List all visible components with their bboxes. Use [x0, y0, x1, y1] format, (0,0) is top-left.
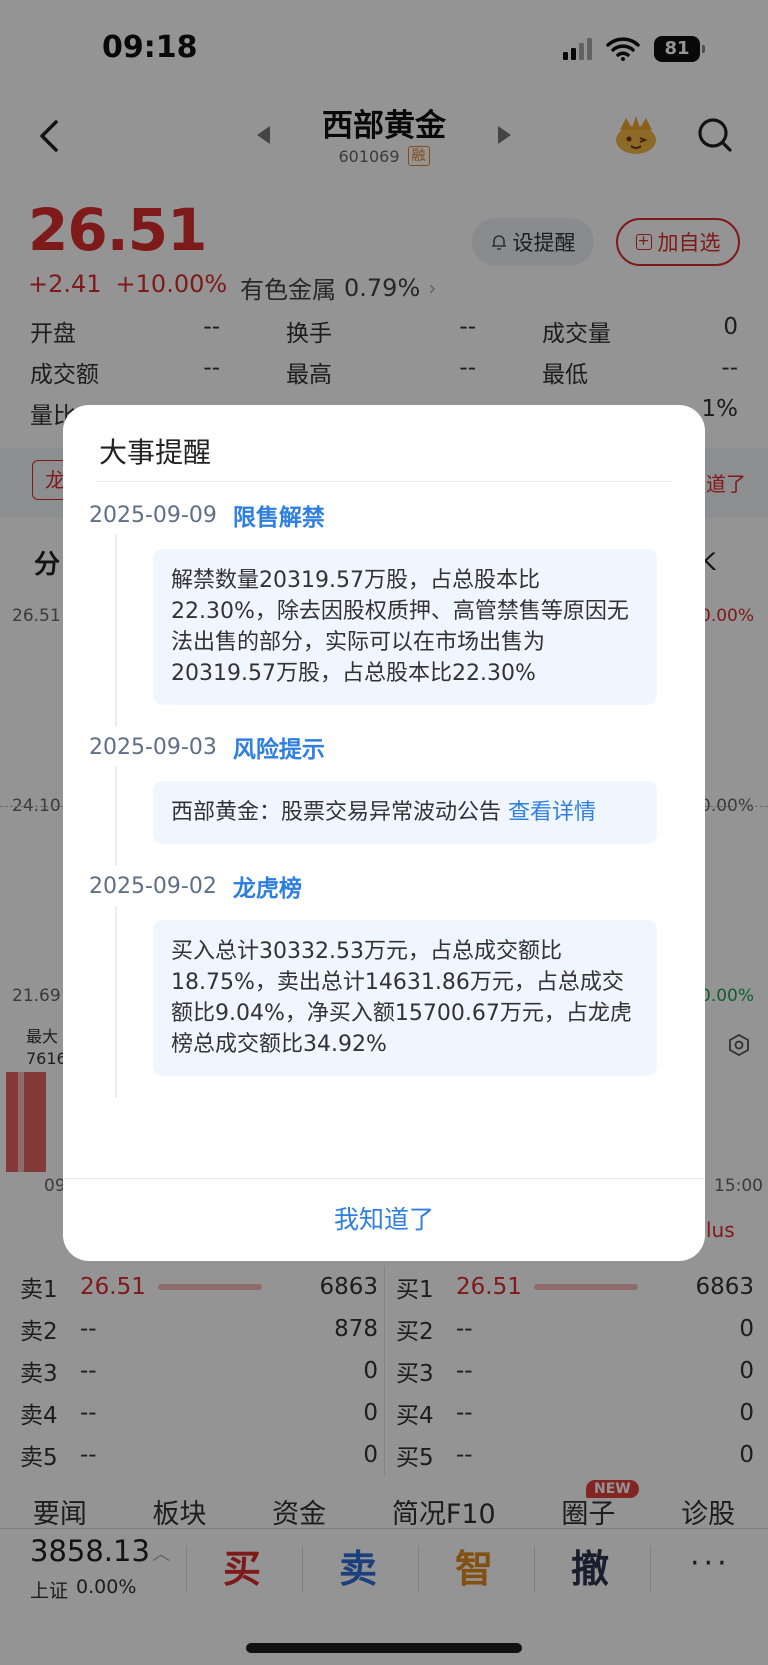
event-item: 2025-09-02 龙虎榜 买入总计30332.53万元，占总成交额比18.7… — [63, 866, 705, 1098]
event-type: 龙虎榜 — [232, 876, 302, 902]
event-type: 风险提示 — [232, 737, 325, 763]
event-card: 买入总计30332.53万元，占总成交额比18.75%，卖出总计14631.86… — [153, 920, 657, 1076]
events-list[interactable]: 2025-09-09 限售解禁 解禁数量20319.57万股，占总股本比22.3… — [63, 495, 705, 1211]
event-body: 西部黄金：股票交易异常波动公告 查看详情 — [115, 767, 705, 866]
modal-title: 大事提醒 — [99, 436, 212, 469]
confirm-button[interactable]: 我知道了 — [63, 1179, 705, 1261]
event-card: 解禁数量20319.57万股，占总股本比22.30%，除去因股权质押、高管禁售等… — [153, 549, 657, 705]
events-modal: 大事提醒 2025-09-09 限售解禁 解禁数量20319.57万股，占总股本… — [63, 405, 705, 1261]
event-body: 买入总计30332.53万元，占总成交额比18.75%，卖出总计14631.86… — [115, 906, 705, 1098]
stock-detail-page: 09:18 81 西部黄金 601069 融 26.51 +2.41 +10.0… — [0, 0, 768, 1665]
view-details-label: 查看详情 — [508, 800, 597, 825]
event-body: 解禁数量20319.57万股，占总股本比22.30%，除去因股权质押、高管禁售等… — [115, 535, 705, 727]
event-date: 2025-09-09 — [89, 502, 217, 528]
event-head: 2025-09-03 风险提示 — [63, 727, 705, 767]
event-item: 2025-09-09 限售解禁 解禁数量20319.57万股，占总股本比22.3… — [63, 495, 705, 727]
event-head: 2025-09-02 龙虎榜 — [63, 866, 705, 906]
event-type: 限售解禁 — [232, 505, 325, 531]
event-date: 2025-09-02 — [89, 873, 217, 899]
view-details-link[interactable]: 查看详情 — [501, 800, 596, 825]
event-head: 2025-09-09 限售解禁 — [63, 495, 705, 535]
event-text: 西部黄金：股票交易异常波动公告 — [171, 800, 502, 825]
event-item: 2025-09-03 风险提示 西部黄金：股票交易异常波动公告 查看详情 — [63, 727, 705, 866]
home-indicator — [246, 1643, 522, 1653]
event-date: 2025-09-03 — [89, 734, 217, 760]
modal-divider — [95, 481, 673, 482]
event-card: 西部黄金：股票交易异常波动公告 查看详情 — [153, 781, 657, 844]
